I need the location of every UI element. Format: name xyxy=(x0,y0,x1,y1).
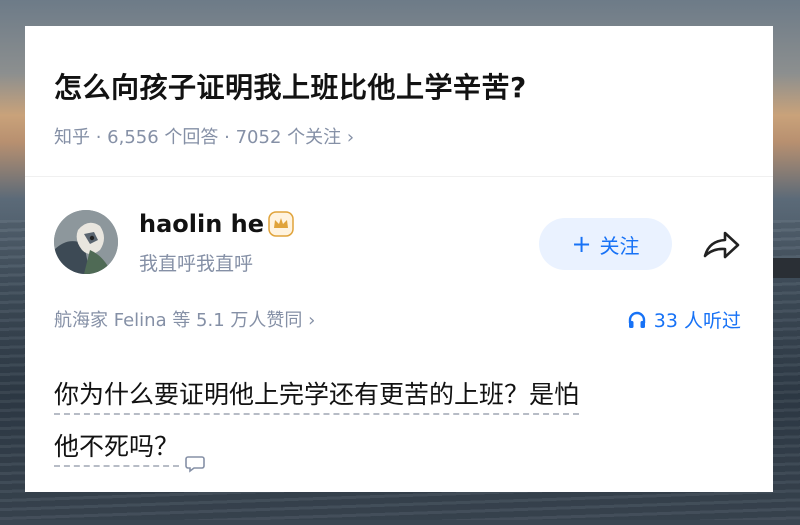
comment-icon[interactable] xyxy=(185,439,205,473)
chevron-right-icon[interactable]: › xyxy=(347,127,354,148)
chevron-right-icon: › xyxy=(308,310,316,331)
vote-summary[interactable]: 航海家 Felina 等 5.1 万人赞同 › xyxy=(54,306,315,332)
plus-icon: + xyxy=(571,230,592,258)
headphones-icon xyxy=(628,311,645,328)
follow-button-label: 关注 xyxy=(599,233,640,258)
crown-badge-icon xyxy=(268,211,294,237)
question-title[interactable]: 怎么向孩子证明我上班比他上学辛苦? xyxy=(54,66,527,106)
answer-card: 怎么向孩子证明我上班比他上学辛苦? 知乎 · 6,556 个回答 · 7052 … xyxy=(25,26,773,492)
follower-count[interactable]: 7052 个关注 xyxy=(236,127,342,148)
answer-content[interactable]: 你为什么要证明他上完学还有更苦的上班？是怕 他不死吗？ xyxy=(54,369,744,473)
share-icon[interactable] xyxy=(701,229,743,261)
author-name[interactable]: haolin he xyxy=(139,210,264,238)
answer-line: 他不死吗？ xyxy=(54,432,180,467)
author-bio: 我直呼我直呼 xyxy=(139,253,254,275)
answer-line: 你为什么要证明他上完学还有更苦的上班？是怕 xyxy=(54,380,580,415)
listen-count[interactable]: 33 人听过 xyxy=(627,306,741,333)
source-label: 知乎 xyxy=(54,127,90,148)
meta-separator: · xyxy=(218,127,236,148)
question-meta: 知乎 · 6,556 个回答 · 7052 个关注 › xyxy=(54,123,354,149)
meta-separator: · xyxy=(90,127,108,148)
divider xyxy=(25,176,773,177)
answer-count[interactable]: 6,556 个回答 xyxy=(107,127,218,148)
listen-count-text: 33 人听过 xyxy=(653,310,741,332)
follow-button[interactable]: + 关注 xyxy=(539,218,672,270)
vote-summary-text: 航海家 Felina 等 5.1 万人赞同 xyxy=(54,310,303,331)
avatar[interactable] xyxy=(54,210,118,274)
